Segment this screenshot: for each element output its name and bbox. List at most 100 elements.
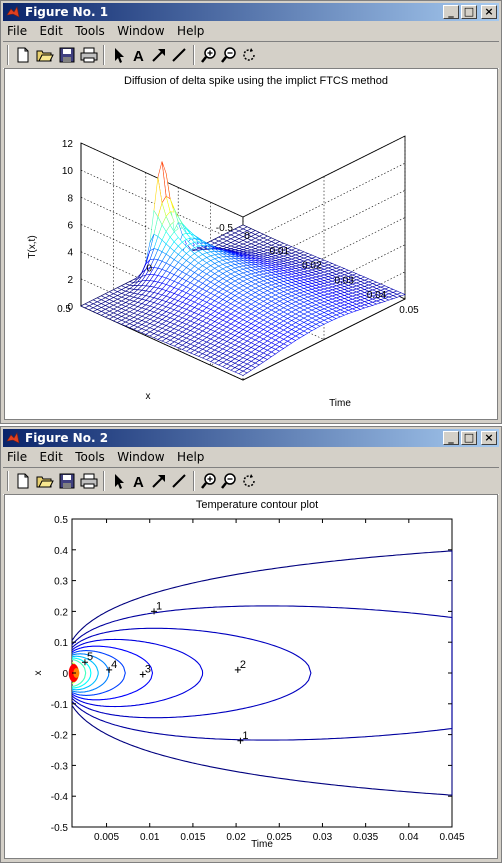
rotate-icon[interactable]	[239, 45, 259, 65]
surface-plot: Diffusion of delta spike using the impli…	[5, 69, 499, 421]
figure-window-2: Figure No. 2 _ □ × File Edit Tools Windo…	[0, 426, 502, 863]
maximize-button[interactable]: □	[461, 5, 477, 19]
rotate-icon[interactable]	[239, 471, 259, 491]
close-button[interactable]: ×	[481, 431, 497, 445]
y-tick-label: 0.5	[54, 515, 68, 526]
x-tick-label: 0.035	[353, 832, 378, 843]
window-title: Figure No. 2	[25, 431, 108, 445]
toolbar-separator	[7, 471, 9, 491]
minimize-button[interactable]: _	[443, 431, 459, 445]
matlab-logo-icon	[6, 431, 20, 445]
y-tick-label: 0.3	[54, 577, 68, 588]
toolbar: A	[3, 467, 499, 495]
chart-title: Diffusion of delta spike using the impli…	[124, 75, 388, 87]
x-tick-label: 0.02	[226, 832, 246, 843]
menu-window[interactable]: Window	[113, 449, 168, 464]
x-tick-label: 0.5	[57, 304, 71, 315]
menu-tools[interactable]: Tools	[71, 23, 109, 38]
print-icon[interactable]	[79, 471, 99, 491]
menu-window[interactable]: Window	[113, 23, 168, 38]
save-icon[interactable]	[57, 45, 77, 65]
plot-area	[72, 519, 452, 827]
save-icon[interactable]	[57, 471, 77, 491]
matlab-logo-icon	[6, 5, 20, 19]
arrow-icon[interactable]	[149, 471, 169, 491]
arrow-icon[interactable]	[149, 45, 169, 65]
z-tick-label: 8	[67, 193, 73, 204]
toolbar-separator	[193, 471, 195, 491]
menu-file[interactable]: File	[3, 449, 31, 464]
contour-label: 3	[145, 664, 151, 676]
menu-help[interactable]: Help	[173, 449, 208, 464]
minimize-button[interactable]: _	[443, 5, 459, 19]
y-tick-label: -0.2	[51, 731, 69, 742]
x-tick-label: 0.01	[140, 832, 160, 843]
z-tick-label: 10	[62, 166, 74, 177]
time-tick-label: 0.01	[270, 246, 290, 257]
open-folder-icon[interactable]	[35, 471, 55, 491]
z-tick-label: 4	[67, 248, 73, 259]
maximize-button[interactable]: □	[461, 431, 477, 445]
new-file-icon[interactable]	[13, 471, 33, 491]
menu-file[interactable]: File	[3, 23, 31, 38]
x-tick-label: 0.045	[439, 832, 464, 843]
y-tick-label: -0.3	[51, 761, 69, 772]
time-tick-label: 0	[244, 231, 250, 242]
menu-help[interactable]: Help	[173, 23, 208, 38]
open-folder-icon[interactable]	[35, 45, 55, 65]
text-icon[interactable]: A	[129, 471, 149, 491]
x-tick-label: 0.04	[399, 832, 419, 843]
svg-text:A: A	[133, 48, 144, 65]
figure-canvas: Diffusion of delta spike using the impli…	[4, 68, 498, 420]
x-tick-label: 0.03	[313, 832, 333, 843]
x-axis-label: Time	[251, 839, 273, 850]
select-arrow-icon[interactable]	[109, 471, 129, 491]
toolbar-separator	[7, 45, 9, 65]
y-tick-label: -0.5	[51, 823, 69, 834]
x-tick-label: -0.5	[216, 223, 234, 234]
y-tick-label: 0	[62, 669, 68, 680]
title-bar[interactable]: Figure No. 2 _ □ ×	[3, 429, 499, 447]
menu-tools[interactable]: Tools	[71, 449, 109, 464]
line-icon[interactable]	[169, 45, 189, 65]
title-bar[interactable]: Figure No. 1 _ □ ×	[3, 3, 499, 21]
z-tick-label: 6	[67, 221, 73, 232]
y-tick-label: -0.1	[51, 700, 69, 711]
contour-label: 4	[111, 659, 117, 671]
contour-label: 1	[242, 730, 248, 742]
x-tick-label: 0	[146, 264, 152, 275]
menu-bar: File Edit Tools Window Help	[3, 448, 499, 466]
y-axis-label: x	[146, 391, 151, 402]
toolbar-separator	[103, 45, 105, 65]
new-file-icon[interactable]	[13, 45, 33, 65]
z-tick-label: 12	[62, 139, 74, 150]
menu-edit[interactable]: Edit	[36, 23, 67, 38]
toolbar-separator	[103, 471, 105, 491]
zoom-out-icon[interactable]	[219, 471, 239, 491]
x-tick-label: 0.015	[180, 832, 205, 843]
close-button[interactable]: ×	[481, 5, 497, 19]
toolbar-separator	[193, 45, 195, 65]
zoom-out-icon[interactable]	[219, 45, 239, 65]
chart-title: Temperature contour plot	[196, 499, 318, 511]
text-icon[interactable]: A	[129, 45, 149, 65]
contour-label: 5	[87, 651, 93, 663]
line-icon[interactable]	[169, 471, 189, 491]
x-tick-label: 0.005	[94, 832, 119, 843]
time-tick-label: 0.05	[399, 305, 419, 316]
z-axis-label: T(x,t)	[27, 235, 38, 258]
time-tick-label: 0.02	[302, 261, 322, 272]
print-icon[interactable]	[79, 45, 99, 65]
x-axis-label: Time	[329, 398, 351, 409]
contour-plot: Temperature contour plot 0.005 0.01 0.015 0…	[5, 495, 499, 860]
y-axis-label: x	[33, 671, 44, 676]
contour-label: 2	[240, 659, 246, 671]
y-tick-label: 0.1	[54, 638, 68, 649]
zoom-in-icon[interactable]	[199, 471, 219, 491]
toolbar: A	[3, 41, 499, 69]
select-arrow-icon[interactable]	[109, 45, 129, 65]
zoom-in-icon[interactable]	[199, 45, 219, 65]
menu-bar: File Edit Tools Window Help	[3, 22, 499, 40]
figure-canvas: Temperature contour plot 0.005 0.01 0.015 0…	[4, 494, 498, 859]
menu-edit[interactable]: Edit	[36, 449, 67, 464]
